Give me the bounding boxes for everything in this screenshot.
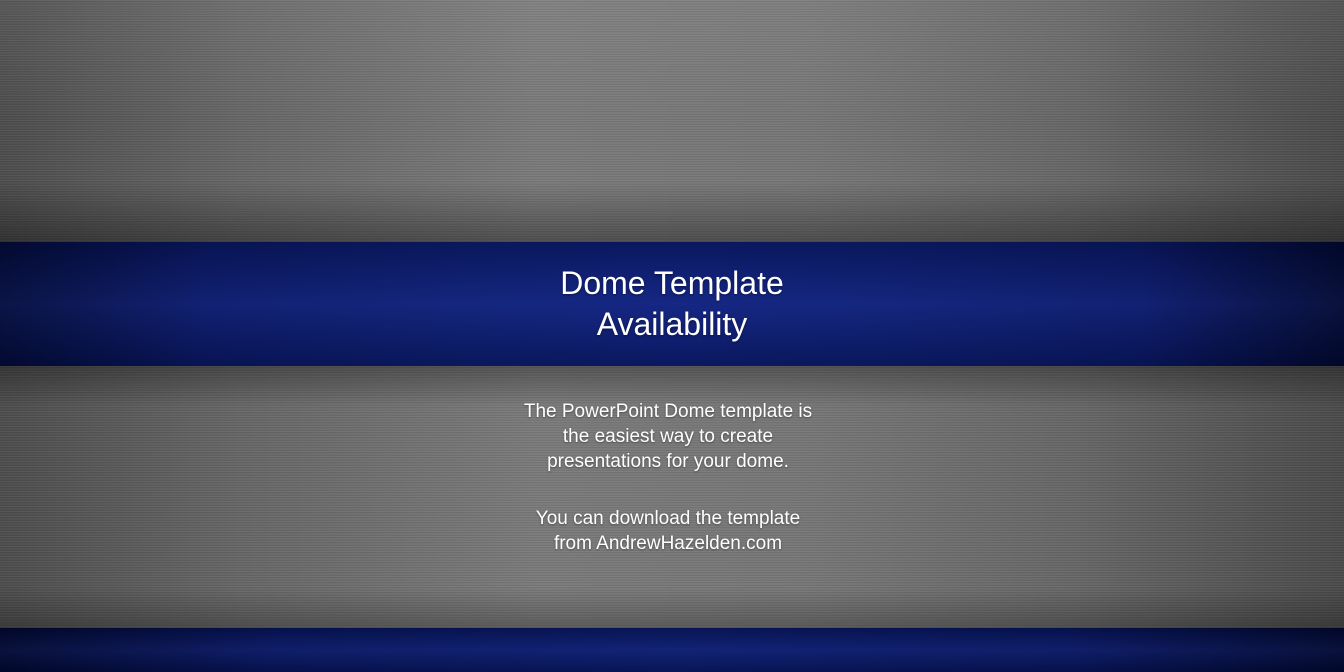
slide-title-line-2: Availability xyxy=(596,306,748,342)
description-line: The PowerPoint Dome template is xyxy=(523,401,813,422)
slide-title: Dome Template Availability xyxy=(0,263,1344,345)
download-paragraph: You can download the template from Andre… xyxy=(0,506,1336,556)
bottom-band xyxy=(0,628,1344,672)
slide-title-line-1: Dome Template xyxy=(560,265,784,301)
download-line: from AndrewHazelden.com xyxy=(553,533,783,554)
description-line: presentations for your dome. xyxy=(547,451,789,472)
brushed-metal-top-panel xyxy=(0,0,1344,242)
download-line: You can download the template xyxy=(535,508,801,529)
description-line: the easiest way to create xyxy=(562,426,774,447)
slide: Dome Template Availability The PowerPoin… xyxy=(0,0,1344,672)
description-paragraph: The PowerPoint Dome template is the easi… xyxy=(0,399,1336,474)
